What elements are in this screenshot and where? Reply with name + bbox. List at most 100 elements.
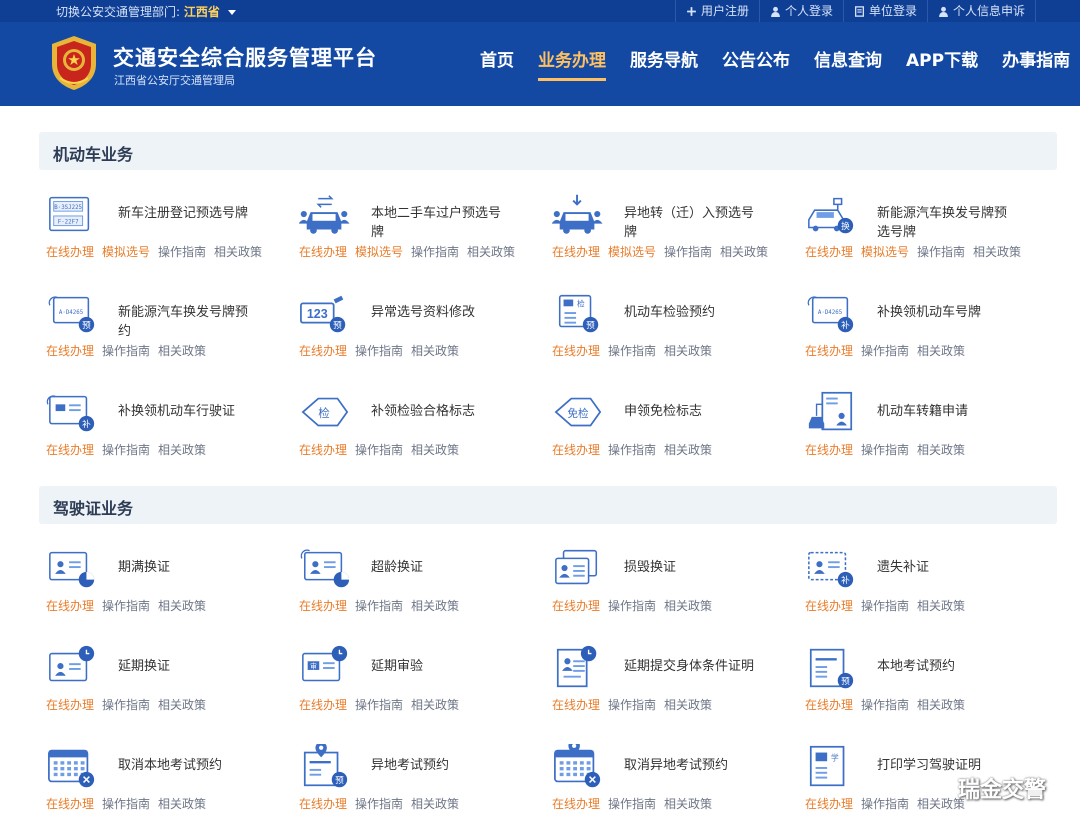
service-name[interactable]: 延期换证: [118, 657, 248, 676]
policy-link[interactable]: 相关政策: [158, 599, 206, 613]
policy-link[interactable]: 相关政策: [720, 245, 768, 259]
online-link[interactable]: 在线办理: [805, 245, 853, 259]
online-link[interactable]: 在线办理: [299, 245, 347, 259]
guide-link[interactable]: 操作指南: [355, 797, 403, 811]
nav-service-guide[interactable]: 服务导航: [630, 46, 698, 81]
online-link[interactable]: 在线办理: [299, 599, 347, 613]
sim-select-link[interactable]: 模拟选号: [102, 245, 150, 259]
policy-link[interactable]: 相关政策: [917, 443, 965, 457]
service-name[interactable]: 取消本地考试预约: [118, 756, 248, 775]
online-link[interactable]: 在线办理: [46, 344, 94, 358]
service-name[interactable]: 新能源汽车换发号牌预选号牌: [877, 204, 1007, 242]
plate-replace-icon[interactable]: A·D4265 补: [805, 291, 857, 337]
license-replace-icon[interactable]: 补: [46, 390, 98, 436]
policy-link[interactable]: 相关政策: [158, 443, 206, 457]
online-link[interactable]: 在线办理: [552, 599, 600, 613]
guide-link[interactable]: 操作指南: [861, 344, 909, 358]
nav-business[interactable]: 业务办理: [538, 46, 606, 81]
policy-link[interactable]: 相关政策: [664, 797, 712, 811]
service-item[interactable]: 检预 机动车检验预约 在线办理 操作指南 相关政策: [546, 291, 786, 371]
online-link[interactable]: 在线办理: [552, 344, 600, 358]
service-item[interactable]: 损毁换证 在线办理 操作指南 相关政策: [546, 546, 786, 626]
nav-announcements[interactable]: 公告公布: [722, 46, 790, 81]
personal-login-link[interactable]: 个人登录: [758, 0, 843, 22]
service-name[interactable]: 机动车检验预约: [624, 303, 754, 322]
damaged-renew-icon[interactable]: [552, 546, 604, 592]
service-item[interactable]: 机动车转籍申请在线办理 操作指南 相关政策: [799, 390, 1039, 470]
policy-link[interactable]: 相关政策: [664, 599, 712, 613]
service-item[interactable]: 123 预 异常选号资料修改 在线办理 操作指南 相关政策: [293, 291, 533, 371]
department-switcher[interactable]: 切换公安交通管理部门: 江西省: [56, 3, 236, 20]
online-link[interactable]: 在线办理: [805, 797, 853, 811]
guide-link[interactable]: 操作指南: [102, 443, 150, 457]
service-name[interactable]: 本地考试预约: [877, 657, 1007, 676]
guide-link[interactable]: 操作指南: [664, 245, 712, 259]
service-name[interactable]: 补领检验合格标志: [371, 402, 501, 421]
online-link[interactable]: 在线办理: [805, 698, 853, 712]
service-name[interactable]: 延期审验: [371, 657, 501, 676]
remote-exam-icon[interactable]: 预: [299, 744, 351, 790]
appeal-link[interactable]: 个人信息申诉: [926, 0, 1036, 22]
guide-link[interactable]: 操作指南: [608, 698, 656, 712]
unit-login-link[interactable]: 单位登录: [842, 0, 927, 22]
policy-link[interactable]: 相关政策: [158, 698, 206, 712]
service-item[interactable]: 预 异地考试预约在线办理 操作指南 相关政策: [293, 744, 533, 824]
service-name[interactable]: 补换领机动车行驶证: [118, 402, 248, 421]
service-item[interactable]: 审 延期审验 在线办理 操作指南 相关政策: [293, 645, 533, 725]
nav-app-download[interactable]: APP下载: [906, 46, 978, 81]
guide-link[interactable]: 操作指南: [411, 245, 459, 259]
online-link[interactable]: 在线办理: [299, 797, 347, 811]
service-item[interactable]: 本地二手车过户预选号牌 在线办理 模拟选号 操作指南 相关政策: [293, 192, 533, 272]
plate-reserve-icon[interactable]: A·D4265 预: [46, 291, 98, 337]
guide-link[interactable]: 操作指南: [608, 443, 656, 457]
service-item[interactable]: 异地转（迁）入预选号牌 在线办理 模拟选号 操作指南 相关政策: [546, 192, 786, 272]
service-name[interactable]: 申领免检标志: [624, 402, 754, 421]
service-name[interactable]: 异地考试预约: [371, 756, 501, 775]
guide-link[interactable]: 操作指南: [355, 344, 403, 358]
caret-down-icon[interactable]: [227, 10, 236, 15]
service-name[interactable]: 异常选号资料修改: [371, 303, 501, 322]
nav-home[interactable]: 首页: [480, 46, 514, 81]
guide-link[interactable]: 操作指南: [102, 599, 150, 613]
service-item[interactable]: B·3SJ225 F·22F7 新车注册登记预选号牌 在线办理 模拟选号 操作指南 相关政策: [40, 192, 280, 272]
policy-link[interactable]: 相关政策: [917, 599, 965, 613]
expire-renew-icon[interactable]: [46, 546, 98, 592]
service-item[interactable]: 补 补换领机动车行驶证在线办理 操作指南 相关政策: [40, 390, 280, 470]
policy-link[interactable]: 相关政策: [973, 245, 1021, 259]
policy-link[interactable]: 相关政策: [664, 344, 712, 358]
service-name[interactable]: 新车注册登记预选号牌: [118, 204, 248, 223]
province-select[interactable]: 江西省: [184, 5, 220, 19]
service-item[interactable]: 延期换证 在线办理 操作指南 相关政策: [40, 645, 280, 725]
service-name[interactable]: 超龄换证: [371, 558, 501, 577]
policy-link[interactable]: 相关政策: [411, 344, 459, 358]
policy-link[interactable]: 相关政策: [917, 698, 965, 712]
policy-link[interactable]: 相关政策: [158, 797, 206, 811]
online-link[interactable]: 在线办理: [805, 443, 853, 457]
transfer-register-icon[interactable]: [805, 390, 857, 436]
guide-link[interactable]: 操作指南: [355, 599, 403, 613]
service-name[interactable]: 机动车转籍申请: [877, 402, 1007, 421]
nav-info-query[interactable]: 信息查询: [814, 46, 882, 81]
car-transfer-icon[interactable]: [299, 192, 351, 238]
guide-link[interactable]: 操作指南: [861, 797, 909, 811]
service-name[interactable]: 延期提交身体条件证明: [624, 657, 754, 676]
delay-review-icon[interactable]: 审: [299, 645, 351, 691]
service-name[interactable]: 异地转（迁）入预选号牌: [624, 204, 754, 242]
online-link[interactable]: 在线办理: [552, 698, 600, 712]
guide-link[interactable]: 操作指南: [861, 698, 909, 712]
online-link[interactable]: 在线办理: [46, 443, 94, 457]
service-item[interactable]: 超龄换证 在线办理 操作指南 相关政策: [293, 546, 533, 626]
online-link[interactable]: 在线办理: [46, 245, 94, 259]
online-link[interactable]: 在线办理: [552, 797, 600, 811]
print-learner-icon[interactable]: 学: [805, 744, 857, 790]
inspection-mark-icon[interactable]: 检: [299, 390, 351, 436]
guide-link[interactable]: 操作指南: [158, 245, 206, 259]
online-link[interactable]: 在线办理: [552, 245, 600, 259]
guide-link[interactable]: 操作指南: [861, 443, 909, 457]
online-link[interactable]: 在线办理: [805, 599, 853, 613]
service-name[interactable]: 取消异地考试预约: [624, 756, 754, 775]
local-exam-icon[interactable]: 预: [805, 645, 857, 691]
policy-link[interactable]: 相关政策: [411, 797, 459, 811]
service-item[interactable]: 期满换证 在线办理 操作指南 相关政策: [40, 546, 280, 626]
service-item[interactable]: 补 遗失补证 在线办理 操作指南 相关政策: [799, 546, 1039, 626]
